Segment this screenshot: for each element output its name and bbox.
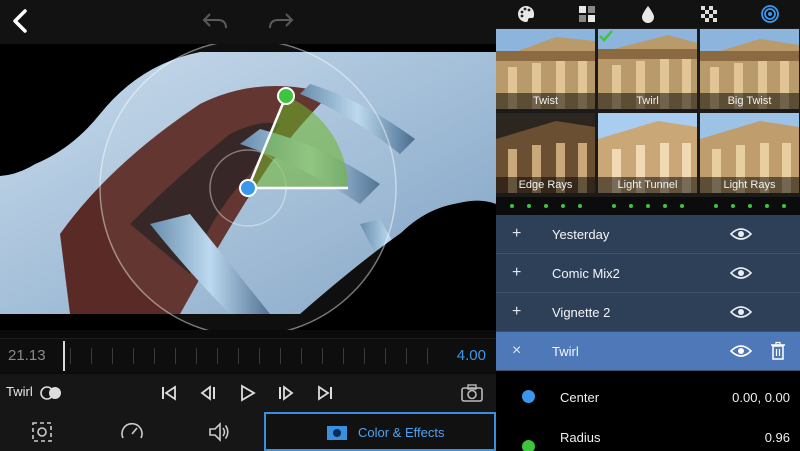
page-dot [646,204,650,208]
spiral-icon[interactable] [760,4,780,24]
param-value[interactable]: 0.00, 0.00 [732,390,790,405]
add-layer-button[interactable]: + [512,225,521,243]
handles [239,87,295,197]
radius-dot-icon [522,440,535,451]
page-dot [765,204,769,208]
preset-label: Twist [496,93,595,109]
skip-start-icon[interactable] [158,382,180,404]
layer-row-comic-mix2[interactable]: + Comic Mix2 [496,254,800,293]
param-name: Radius [560,430,601,445]
preset-label: Light Rays [700,177,799,193]
layer-row-vignette-2[interactable]: + Vignette 2 [496,293,800,332]
page-dot [680,204,684,208]
param-row-radius[interactable]: Radius 0.96 [496,417,800,451]
preset-light-rays[interactable]: Light Rays [700,113,799,193]
effect-category-bar [496,0,800,28]
add-layer-button[interactable]: + [512,303,521,321]
page-dot [731,204,735,208]
play-icon[interactable] [236,382,258,404]
preset-big-twist[interactable]: Big Twist [700,29,799,109]
time-end-label: 4.00 [456,347,486,364]
eye-icon[interactable] [730,343,752,359]
drop-icon[interactable] [638,4,658,24]
layer-row-twirl[interactable]: × Twirl [496,332,800,371]
step-back-icon[interactable] [198,382,220,404]
add-layer-button[interactable]: + [512,264,521,282]
audio-icon[interactable] [206,419,232,445]
page-dot [714,204,718,208]
transform-icon[interactable] [29,419,55,445]
page-dot [748,204,752,208]
editor-panel: 21.13 4.00 Twirl Color & Effects [0,0,496,451]
color-effects-icon [327,426,347,440]
grid-icon[interactable] [577,4,597,24]
noise-icon[interactable] [699,4,719,24]
layer-name: Vignette 2 [552,305,611,320]
trash-icon[interactable] [770,341,786,361]
eye-icon[interactable] [730,265,752,281]
step-forward-icon[interactable] [274,382,296,404]
back-chevron-icon[interactable] [6,6,36,36]
page-dot [544,204,548,208]
image-viewer[interactable] [0,44,496,330]
timeline-scrubber[interactable]: 21.13 4.00 [0,338,496,372]
top-toolbar [0,0,496,44]
eye-icon[interactable] [730,304,752,320]
palette-icon[interactable] [516,4,536,24]
page-dot [629,204,633,208]
redo-icon[interactable] [266,8,296,34]
camera-icon[interactable] [460,383,484,403]
eye-icon[interactable] [730,226,752,242]
page-dot [527,204,531,208]
preset-label: Big Twist [700,93,799,109]
preset-edge-rays[interactable]: Edge Rays [496,113,595,193]
page-dot [663,204,667,208]
skip-end-icon[interactable] [314,382,336,404]
speed-gauge-icon[interactable] [119,419,145,445]
center-handle[interactable] [239,179,257,197]
page-dot [510,204,514,208]
effects-panel: Twist Twirl Big Twist Edge Rays Light Tu… [496,0,800,451]
param-value[interactable]: 0.96 [765,430,790,445]
layer-name: Twirl [552,344,579,359]
preset-label: Light Tunnel [598,177,697,193]
page-dot [561,204,565,208]
checkmark-icon [599,30,613,42]
center-dot-icon [522,390,535,403]
page-dot [782,204,786,208]
keyframe-toggle-icon[interactable] [40,386,62,400]
undo-icon[interactable] [200,8,230,34]
preset-twirl[interactable]: Twirl [598,29,697,109]
preset-twist[interactable]: Twist [496,29,595,109]
effect-label: Twirl [6,384,33,399]
page-dot [578,204,582,208]
preset-grid: Twist Twirl Big Twist Edge Rays Light Tu… [496,29,800,205]
preset-page-dots [496,197,800,215]
time-start-label: 21.13 [8,347,46,364]
bottom-tab-bar: Color & Effects [0,412,496,451]
param-name: Center [560,390,600,405]
effect-parameters: Center 0.00, 0.00 Radius 0.96 [496,371,800,451]
playhead[interactable] [63,341,65,371]
effect-layer-list: + Yesterday + Comic Mix2 + Vignette 2 × … [496,215,800,371]
layer-row-yesterday[interactable]: + Yesterday [496,215,800,254]
preset-light-tunnel[interactable]: Light Tunnel [598,113,697,193]
remove-layer-button[interactable]: × [512,342,521,360]
param-row-center[interactable]: Center 0.00, 0.00 [496,377,800,415]
page-dot [612,204,616,208]
preset-label: Edge Rays [496,177,595,193]
tab-color-effects[interactable]: Color & Effects [264,412,496,451]
timeline-ticks [70,348,438,364]
layer-name: Comic Mix2 [552,266,620,281]
color-effects-label: Color & Effects [358,425,445,440]
preset-label: Twirl [598,93,697,109]
angle-handle[interactable] [277,87,295,105]
playback-controls: Twirl [0,374,496,412]
layer-name: Yesterday [552,227,610,242]
